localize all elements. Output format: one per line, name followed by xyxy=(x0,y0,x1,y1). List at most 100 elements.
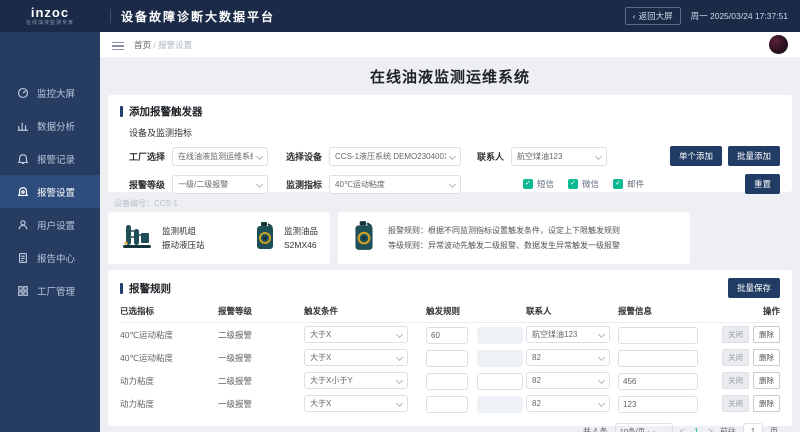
row-alarm-level: 二级报警 xyxy=(218,375,253,386)
sidebar-item-user-settings[interactable]: 用户设置 xyxy=(0,208,100,241)
rule-value-x-input[interactable] xyxy=(426,373,468,390)
current-page[interactable]: 1 xyxy=(692,426,701,432)
rule-value-x-input[interactable] xyxy=(426,350,468,367)
rule-value-x-input[interactable] xyxy=(426,327,468,344)
chevron-down-icon xyxy=(597,376,606,385)
sidebar-item-data-analysis[interactable]: 数据分析 xyxy=(0,109,100,142)
page-title: 在线油液监测运维系统 xyxy=(369,69,530,86)
close-button[interactable]: 关闭 xyxy=(722,326,749,343)
page-size-select[interactable]: 10条/页 xyxy=(614,423,673,432)
top-header: inzoc 在线油液监测专家 设备故障诊断大数据平台 ‹ 返回大屏 周一 202… xyxy=(0,0,800,32)
sidebar: 监控大屏 数据分析 报警记录 报警设置 用户设置 报告中心 工厂管理 xyxy=(0,32,100,432)
rule-description-line2: 等级规则：异常波动先触发二级报警、数据发生异常触发一级报警 xyxy=(388,241,620,250)
factory-select[interactable]: 在线油液监测运维系统 xyxy=(172,146,269,166)
bar-chart-icon xyxy=(16,119,29,132)
checkbox-sms[interactable]: ✓ 短信 xyxy=(523,178,554,190)
condition-select[interactable]: 大于X xyxy=(304,349,408,366)
rule-value-y-input[interactable] xyxy=(477,327,524,344)
chevron-down-icon xyxy=(597,353,606,362)
checkbox-checked-icon: ✓ xyxy=(523,179,534,189)
sidebar-item-monitor-screen[interactable]: 监控大屏 xyxy=(0,76,100,109)
rule-description-line1: 报警规则：根据不同监测指标设置触发条件，设定上下限触发规则 xyxy=(388,225,620,235)
back-button-label: 返回大屏 xyxy=(638,11,673,21)
sidebar-item-alarm-records[interactable]: 报警记录 xyxy=(0,142,100,175)
delete-button[interactable]: 删除 xyxy=(753,395,780,412)
condition-select[interactable]: 大于X小于Y xyxy=(304,372,408,389)
col-trigger-condition: 触发条件 xyxy=(304,306,339,316)
monitored-unit-card: 监测机组 振动液压站 监测油品 S2MX46 xyxy=(108,212,330,264)
batch-save-button[interactable]: 批量保存 xyxy=(727,278,780,298)
row-contact-select[interactable]: 82 xyxy=(526,372,610,389)
sidebar-item-label: 工厂管理 xyxy=(37,286,76,298)
sidebar-item-report-center[interactable]: 报告中心 xyxy=(0,241,100,274)
goto-prefix: 前往 xyxy=(720,426,736,432)
avatar[interactable] xyxy=(769,35,788,54)
row-alarm-level: 一级报警 xyxy=(218,398,253,409)
col-selected-indicator: 已选指标 xyxy=(120,306,155,316)
unit-label: 监测机组 xyxy=(162,225,197,236)
alarm-message-input[interactable] xyxy=(618,327,698,344)
alarm-rules-card: 报警规则 批量保存 已选指标 报警等级 触发条件 触发规则 联系人 报警信息 操… xyxy=(108,270,792,432)
col-alarm-message: 报警信息 xyxy=(618,306,653,316)
rule-value-x-input[interactable] xyxy=(426,396,468,413)
main-content: 首页 / 报警设置 在线油液监测运维系统 添加报警触发器 设备及监测指标 工厂选… xyxy=(100,32,800,432)
chevron-down-icon xyxy=(597,330,606,339)
info-row: 设备编号：CCS-1 监测机组 振动液压站 监测油品 S2MX46 报警规则：根… xyxy=(108,198,792,264)
sidebar-item-label: 报警设置 xyxy=(37,187,76,199)
alarm-message-input[interactable] xyxy=(618,396,698,413)
table-header-row: 已选指标 报警等级 触发条件 触发规则 联系人 报警信息 操作 xyxy=(120,305,780,323)
indicator-select-label: 监测指标 xyxy=(286,179,323,190)
row-contact-select[interactable]: 82 xyxy=(526,349,610,366)
add-batch-button[interactable]: 批量添加 xyxy=(727,146,780,166)
sidebar-item-label: 用户设置 xyxy=(37,220,76,232)
logo-text: inzoc xyxy=(30,5,70,20)
back-to-dashboard-button[interactable]: ‹ 返回大屏 xyxy=(624,7,681,25)
chevron-down-icon xyxy=(595,152,603,160)
rule-value-y-input[interactable] xyxy=(477,373,524,390)
prev-page-button[interactable]: < xyxy=(680,426,685,432)
add-trigger-card: 添加报警触发器 设备及监测指标 工厂选择 在线油液监测运维系统 选择设备 CCS… xyxy=(108,95,792,194)
goto-page-input[interactable] xyxy=(743,423,763,432)
checkbox-email[interactable]: ✓ 邮件 xyxy=(613,178,644,190)
row-contact-select[interactable]: 航空煤油123 xyxy=(526,326,610,343)
chevron-down-icon xyxy=(255,152,264,160)
close-button[interactable]: 关闭 xyxy=(722,349,749,366)
sidebar-item-factory-management[interactable]: 工厂管理 xyxy=(0,274,100,307)
contact-select[interactable]: 航空煤油123 xyxy=(511,146,608,166)
add-single-button[interactable]: 单个添加 xyxy=(669,146,722,166)
breadcrumb: 首页 / 报警设置 xyxy=(134,39,193,50)
alarm-level-select[interactable]: 一级/二级报警 xyxy=(172,174,269,194)
breadcrumb-current: 报警设置 xyxy=(158,39,193,50)
chevron-down-icon xyxy=(395,330,404,339)
row-contact-select[interactable]: 82 xyxy=(526,395,610,412)
device-select-label: 选择设备 xyxy=(286,151,323,162)
breadcrumb-bar: 首页 / 报警设置 xyxy=(100,32,800,57)
close-button[interactable]: 关闭 xyxy=(722,395,749,412)
sidebar-item-alarm-settings[interactable]: 报警设置 xyxy=(0,175,100,208)
alarm-level-label: 报警等级 xyxy=(129,179,166,190)
rule-value-y-input[interactable] xyxy=(477,396,524,413)
goto-suffix: 页 xyxy=(770,426,778,432)
checkbox-wechat[interactable]: ✓ 微信 xyxy=(568,178,599,190)
delete-button[interactable]: 删除 xyxy=(753,372,780,389)
alarm-message-input[interactable] xyxy=(618,373,698,390)
close-button[interactable]: 关闭 xyxy=(722,372,749,389)
brand-logo: inzoc 在线油液监测专家 xyxy=(0,6,100,26)
rule-value-y-input[interactable] xyxy=(477,350,524,367)
indicator-select[interactable]: 40℃运动粘度 xyxy=(329,174,462,194)
chevron-down-icon xyxy=(395,376,404,385)
menu-icon[interactable] xyxy=(112,40,124,50)
reset-button[interactable]: 重置 xyxy=(744,174,780,194)
row-alarm-level: 二级报警 xyxy=(218,329,253,340)
breadcrumb-home[interactable]: 首页 xyxy=(134,40,151,50)
chevron-down-icon xyxy=(448,152,457,160)
alarm-message-input[interactable] xyxy=(618,350,698,367)
delete-button[interactable]: 删除 xyxy=(753,349,780,366)
device-select[interactable]: CCS-1液压系统 DEMO230400X xyxy=(329,146,462,166)
checkbox-checked-icon: ✓ xyxy=(613,179,624,189)
condition-select[interactable]: 大于X xyxy=(304,326,408,343)
condition-select[interactable]: 大于X xyxy=(304,395,408,412)
chevron-down-icon xyxy=(597,399,606,408)
delete-button[interactable]: 删除 xyxy=(753,326,780,343)
next-page-button[interactable]: > xyxy=(708,426,713,432)
